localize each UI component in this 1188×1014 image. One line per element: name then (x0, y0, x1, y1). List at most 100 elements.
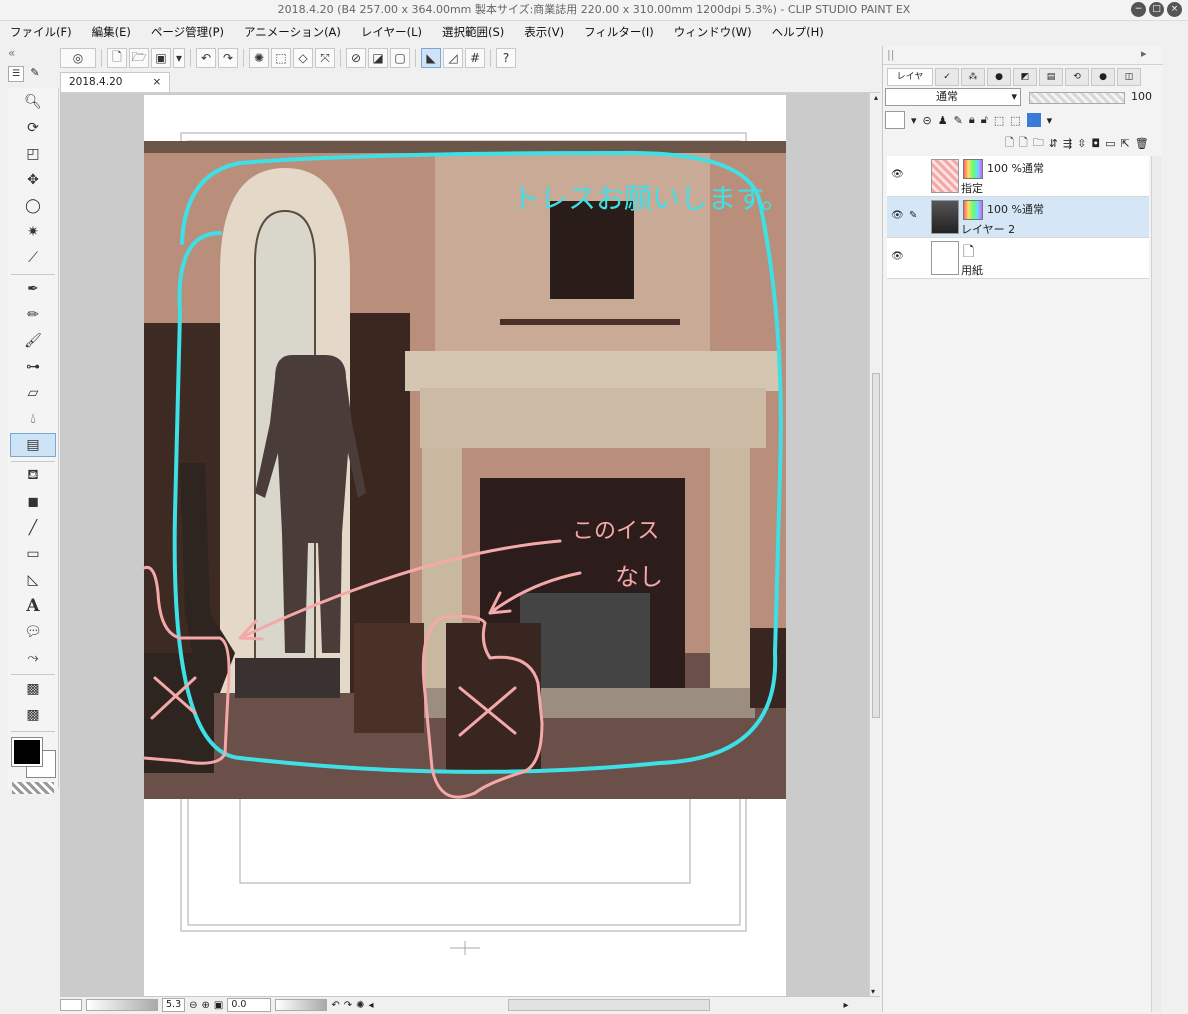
new-folder-icon[interactable]: 🗀 (1033, 134, 1044, 153)
draft-layer-icon[interactable]: ✎ (954, 114, 963, 127)
apply-mask-icon[interactable]: ▭ (1105, 137, 1115, 150)
opacity-value[interactable]: 100 (1131, 89, 1153, 105)
collapse-icon[interactable]: « (8, 46, 58, 60)
undo-icon[interactable]: ↶ (196, 48, 216, 68)
new-file-icon[interactable]: 🗋 (107, 48, 127, 68)
menu-help[interactable]: ヘルプ(H) (762, 24, 834, 40)
figure-tool-icon[interactable]: ╱ (10, 516, 56, 540)
expression-color-dropdown-icon[interactable]: ▾ (911, 114, 917, 127)
layer-color-dropdown-icon[interactable]: ▾ (1047, 114, 1053, 127)
layer-tab[interactable]: レイヤ (887, 68, 933, 86)
new-raster-layer-icon[interactable]: 🗋 (1005, 134, 1014, 153)
transform-icon[interactable]: ⬚ (271, 48, 291, 68)
rotate-tool-icon[interactable]: ⟳ (10, 116, 56, 140)
snap-ruler-icon[interactable]: ◣ (421, 48, 441, 68)
tone-pattern-icon[interactable]: ▩ (10, 677, 56, 701)
visibility-eye-icon[interactable]: 👁︎ (891, 210, 904, 221)
scroll-left-icon[interactable]: ◂ (369, 1000, 374, 1011)
redo-icon[interactable]: ↷ (218, 48, 238, 68)
move-layer-tool-icon[interactable]: ✥ (10, 168, 56, 192)
layer-search-tab-icon[interactable]: ◫ (1117, 68, 1141, 86)
layer-row[interactable]: 👁︎ 100 %通常 指定 (887, 156, 1149, 197)
pencil-tool-icon[interactable]: ✏ (10, 303, 56, 327)
clip-studio-icon[interactable]: ◎ (60, 48, 96, 68)
text-tool-icon[interactable]: A (10, 594, 56, 618)
blend-tool-icon[interactable]: 💧︎ (10, 407, 56, 431)
decoration-tool-icon[interactable]: ▤ (10, 433, 56, 457)
sub-tool-tab-icon[interactable]: ⁂ (961, 68, 985, 86)
fit-view-icon[interactable]: ▣ (214, 1000, 223, 1011)
fill-icon[interactable]: ◇ (293, 48, 313, 68)
opacity-slider[interactable] (1029, 92, 1125, 104)
item-bank-tab-icon[interactable]: ● (1091, 68, 1115, 86)
combine-icon[interactable]: ⇳ (1077, 137, 1086, 150)
merge-icon[interactable]: ⇵ (1049, 137, 1058, 150)
reset-rotation-icon[interactable]: ✺ (356, 1000, 364, 1011)
auto-action-tab-icon[interactable]: ⟲ (1065, 68, 1089, 86)
history-tab-icon[interactable]: ▤ (1039, 68, 1063, 86)
close-icon[interactable]: × (1167, 2, 1182, 17)
eraser-tool-icon[interactable]: ▱ (10, 381, 56, 405)
rotation-slider[interactable] (275, 999, 328, 1011)
menu-edit[interactable]: 編集(E) (82, 24, 141, 40)
airbrush-tool-icon[interactable]: ⊶ (10, 355, 56, 379)
scroll-right-icon[interactable]: ▸ (844, 1000, 849, 1011)
close-tab-icon[interactable]: × (152, 73, 161, 92)
menu-filter[interactable]: フィルター(I) (574, 24, 664, 40)
rotation-value[interactable]: 0.0 (227, 998, 272, 1012)
deselect-icon[interactable]: ⊘ (346, 48, 366, 68)
fill-tool-icon[interactable]: ⛾ (10, 464, 56, 488)
clear-icon[interactable]: ✺ (249, 48, 269, 68)
visibility-eye-icon[interactable]: 👁︎ (891, 169, 904, 180)
duplicate-icon[interactable]: ⇶ (1063, 137, 1072, 150)
property-tab-icon[interactable]: ✓ (935, 68, 959, 86)
layer-list-scrollbar[interactable] (1151, 156, 1162, 1012)
panel-grip-icon[interactable]: || (887, 48, 894, 61)
horizontal-scrollbar-thumb[interactable] (507, 999, 710, 1011)
scroll-up-icon[interactable]: ▴ (870, 93, 882, 102)
ruler-tool-icon[interactable]: ◺ (10, 568, 56, 592)
gradient-tool-icon[interactable]: ◼ (10, 490, 56, 514)
menu-animation[interactable]: アニメーション(A) (234, 24, 351, 40)
lasso-tool-icon[interactable]: ◯ (10, 194, 56, 218)
visibility-eye-icon[interactable]: 👁︎ (891, 251, 904, 262)
transfer-icon[interactable]: ⇱ (1120, 137, 1129, 150)
layer-row-paper[interactable]: 👁︎ 🗋 用紙 (887, 238, 1149, 279)
lock-transparency-icon[interactable]: 🔓︎ (981, 113, 988, 127)
menu-layer[interactable]: レイヤー(L) (351, 24, 432, 40)
scale-icon[interactable]: ⤧ (315, 48, 335, 68)
delete-layer-icon[interactable]: 🗑︎ (1135, 137, 1149, 150)
menu-view[interactable]: 表示(V) (514, 24, 574, 40)
open-file-icon[interactable]: 🗁 (129, 48, 149, 68)
menu-toggle-icon[interactable]: ☰ (8, 66, 24, 82)
clip-below-icon[interactable]: ⊝ (923, 114, 932, 127)
pen-tool-icon[interactable]: ✒ (10, 277, 56, 301)
minimize-icon[interactable]: − (1131, 2, 1146, 17)
maximize-icon[interactable]: □ (1149, 2, 1164, 17)
canvas-vertical-scrollbar[interactable]: ▴ ▾ (869, 93, 882, 996)
zoom-in-icon[interactable]: ⊕ (202, 1000, 210, 1011)
layer-row-selected[interactable]: 👁︎ ✎ 100 %通常 レイヤー 2 (887, 197, 1149, 238)
rotate-right-icon[interactable]: ↷ (344, 1000, 352, 1011)
tone-pattern-2-icon[interactable]: ▩ (10, 703, 56, 727)
menu-file[interactable]: ファイル(F) (0, 24, 82, 40)
canvas-area[interactable]: トレスお願いします。 このイス なし (60, 93, 870, 996)
navigator-toggle[interactable] (60, 999, 82, 1011)
navigator-tab-icon[interactable]: ● (987, 68, 1011, 86)
ruler-display-icon[interactable]: ⬚ (1010, 114, 1020, 127)
object-tool-icon[interactable]: ◰ (10, 142, 56, 166)
invert-selection-icon[interactable]: ◪ (368, 48, 388, 68)
panel-expand-icon[interactable]: ▸ (1141, 47, 1147, 60)
scrollbar-thumb[interactable] (872, 373, 880, 718)
expression-color-select[interactable] (885, 111, 905, 129)
lock-layer-icon[interactable]: 🔒︎ (969, 113, 975, 127)
menu-select[interactable]: 選択範囲(S) (432, 24, 514, 40)
reference-layer-icon[interactable]: ♟ (938, 114, 948, 127)
snap-special-ruler-icon[interactable]: ◿ (443, 48, 463, 68)
selection-border-icon[interactable]: ▢ (390, 48, 410, 68)
zoom-out-icon[interactable]: ⊖ (189, 1000, 197, 1011)
layer-color-icon[interactable] (1026, 113, 1041, 127)
frame-border-tool-icon[interactable]: ▭ (10, 542, 56, 566)
zoom-slider[interactable] (86, 999, 158, 1011)
mask-create-icon[interactable]: ◘ (1091, 137, 1100, 150)
